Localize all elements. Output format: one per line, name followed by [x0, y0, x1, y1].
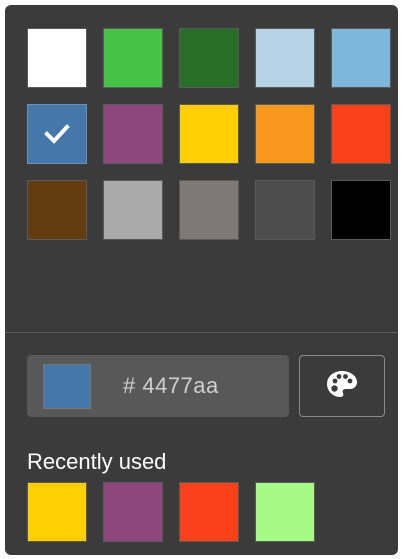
recent-color-swatch[interactable]	[255, 482, 315, 542]
recently-used-label: Recently used	[27, 449, 167, 474]
color-swatch[interactable]	[331, 28, 391, 88]
color-swatch[interactable]	[179, 28, 239, 88]
hex-value[interactable]: # 4477aa	[123, 373, 219, 399]
check-icon	[28, 105, 86, 163]
color-swatch[interactable]	[331, 104, 391, 164]
palette-icon	[325, 369, 359, 404]
color-swatch[interactable]	[255, 104, 315, 164]
color-swatch[interactable]	[27, 180, 87, 240]
color-swatch[interactable]	[331, 180, 391, 240]
recent-color-swatch[interactable]	[27, 482, 87, 542]
divider	[5, 332, 398, 333]
recent-color-swatch[interactable]	[179, 482, 239, 542]
color-swatch[interactable]	[255, 180, 315, 240]
color-swatch[interactable]	[103, 28, 163, 88]
color-swatch[interactable]	[103, 180, 163, 240]
color-swatch[interactable]	[179, 104, 239, 164]
color-palette-button[interactable]	[299, 355, 385, 417]
recent-colors	[27, 482, 315, 542]
recent-color-swatch[interactable]	[103, 482, 163, 542]
color-picker-panel: # 4477aa Recently used	[5, 5, 398, 555]
hex-color-input[interactable]: # 4477aa	[27, 355, 289, 417]
color-swatch[interactable]	[179, 180, 239, 240]
color-swatch-grid	[27, 28, 395, 240]
color-swatch[interactable]	[27, 104, 87, 164]
current-color-swatch	[43, 364, 91, 409]
color-swatch[interactable]	[255, 28, 315, 88]
color-swatch[interactable]	[27, 28, 87, 88]
color-swatch[interactable]	[103, 104, 163, 164]
